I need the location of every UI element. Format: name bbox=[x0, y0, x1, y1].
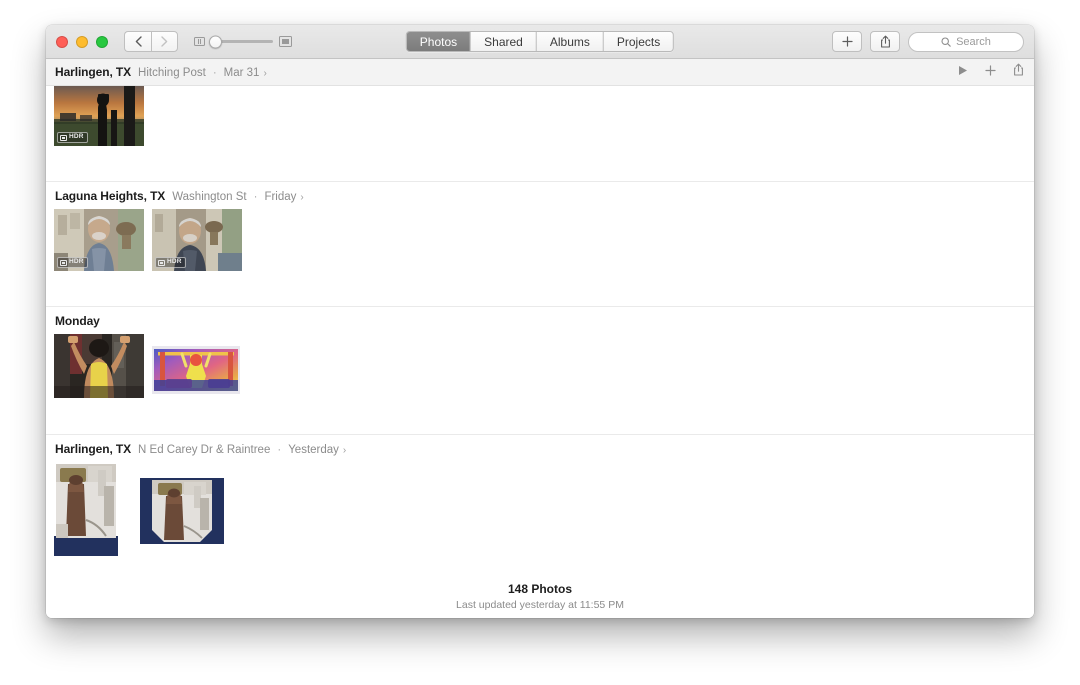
slideshow-play-button[interactable] bbox=[958, 63, 968, 81]
close-button[interactable] bbox=[56, 35, 68, 48]
section-header[interactable]: Harlingen, TX N Ed Carey Dr & Raintree ·… bbox=[46, 435, 1034, 462]
section-date: Mar 31 bbox=[223, 67, 260, 79]
section-add-button[interactable] bbox=[985, 63, 996, 81]
traffic-light-group bbox=[56, 35, 108, 48]
photo-section-harlingen-ed-carey: Harlingen, TX N Ed Carey Dr & Raintree ·… bbox=[46, 434, 1034, 556]
section-date: Yesterday bbox=[288, 443, 339, 456]
minimize-button[interactable] bbox=[76, 35, 88, 48]
zoom-button[interactable] bbox=[96, 35, 108, 48]
photo-section-harlingen-hitching-post: HDR bbox=[46, 86, 1034, 146]
photo-thermal-pullup[interactable] bbox=[152, 346, 240, 394]
photo-thumbnail-image bbox=[140, 478, 224, 544]
window-titlebar: Photos Shared Albums Projects Search bbox=[46, 25, 1034, 59]
section-header-actions bbox=[958, 63, 1024, 81]
chevron-right-icon[interactable]: › bbox=[300, 192, 303, 203]
photo-gym-lifting[interactable] bbox=[54, 334, 144, 398]
photo-thumbnail-image bbox=[152, 346, 240, 394]
view-mode-tabs: Photos Shared Albums Projects bbox=[405, 31, 675, 52]
photo-row bbox=[46, 334, 1034, 398]
section-date: Friday bbox=[264, 190, 297, 203]
section-street: Hitching Post bbox=[138, 67, 206, 79]
hdr-badge: HDR bbox=[57, 257, 88, 268]
section-place: Harlingen, TX bbox=[55, 441, 132, 456]
search-input[interactable]: Search bbox=[908, 31, 1024, 52]
library-footer: 148 Photos Last updated yesterday at 11:… bbox=[46, 556, 1034, 611]
photo-section-laguna-heights: Laguna Heights, TX Washington St · Frida… bbox=[46, 181, 1034, 271]
navigation-segmented-control bbox=[124, 31, 178, 52]
section-header[interactable]: Laguna Heights, TX Washington St · Frida… bbox=[46, 182, 1034, 209]
section-separator: · bbox=[212, 67, 217, 79]
sticky-section-header: Harlingen, TX Hitching Post · Mar 31 › bbox=[46, 59, 1034, 86]
search-icon bbox=[941, 36, 951, 47]
hdr-label: HDR bbox=[69, 258, 84, 266]
section-header-titles[interactable]: Harlingen, TX Hitching Post · Mar 31 › bbox=[54, 65, 267, 79]
section-separator: · bbox=[277, 443, 282, 456]
photo-section-monday: Monday bbox=[46, 306, 1034, 398]
photo-thumbnail-image bbox=[54, 334, 144, 398]
forward-button[interactable] bbox=[151, 31, 178, 52]
share-button[interactable] bbox=[870, 31, 900, 52]
section-share-button[interactable] bbox=[1013, 63, 1024, 81]
section-header-titles[interactable]: Monday bbox=[54, 314, 114, 328]
tab-photos[interactable]: Photos bbox=[406, 32, 472, 51]
hdr-label: HDR bbox=[69, 133, 84, 141]
zoom-slider[interactable] bbox=[209, 35, 273, 48]
section-street: Washington St bbox=[172, 190, 247, 203]
search-placeholder: Search bbox=[956, 35, 991, 48]
play-icon bbox=[959, 66, 967, 75]
photo-row: HDR bbox=[46, 86, 1034, 146]
photo-horse-trailer-2[interactable] bbox=[140, 478, 224, 544]
section-header[interactable]: Monday bbox=[46, 307, 1034, 334]
plus-icon bbox=[841, 36, 853, 47]
tab-projects[interactable]: Projects bbox=[603, 32, 674, 51]
photo-horse-trailer-1[interactable] bbox=[54, 462, 118, 556]
plus-icon bbox=[985, 65, 996, 76]
thumbnail-zoom-control bbox=[194, 35, 292, 48]
section-place: Laguna Heights, TX bbox=[55, 188, 166, 203]
hdr-label: HDR bbox=[167, 258, 182, 266]
section-place: Harlingen, TX bbox=[55, 65, 132, 79]
chevron-right-icon[interactable]: › bbox=[263, 68, 266, 79]
small-thumbnails-icon bbox=[194, 37, 205, 46]
hdr-badge: HDR bbox=[155, 257, 186, 268]
hdr-badge: HDR bbox=[57, 132, 88, 143]
zoom-slider-thumb[interactable] bbox=[209, 35, 222, 48]
toolbar-right-group: Search bbox=[832, 31, 1024, 52]
photo-thumbnail-image bbox=[54, 462, 118, 556]
share-icon bbox=[880, 35, 890, 48]
camera-icon bbox=[60, 134, 67, 141]
section-separator: · bbox=[253, 190, 258, 203]
photo-scroll-area[interactable]: HDR Laguna Heights, TX Washington St · F… bbox=[46, 86, 1034, 618]
photo-row: HDR bbox=[46, 209, 1034, 271]
photo-row bbox=[46, 462, 1034, 556]
photos-content-area: Harlingen, TX Hitching Post · Mar 31 › H… bbox=[46, 59, 1034, 618]
section-place: Monday bbox=[55, 313, 100, 328]
section-header-titles[interactable]: Harlingen, TX N Ed Carey Dr & Raintree ·… bbox=[54, 442, 346, 456]
last-updated-text: Last updated yesterday at 11:55 PM bbox=[456, 599, 624, 611]
photos-app-window: Photos Shared Albums Projects Search Har… bbox=[46, 25, 1034, 618]
section-street: N Ed Carey Dr & Raintree bbox=[138, 443, 271, 456]
camera-icon bbox=[158, 259, 165, 266]
tab-albums[interactable]: Albums bbox=[536, 32, 604, 51]
back-button[interactable] bbox=[124, 31, 151, 52]
section-header-titles[interactable]: Laguna Heights, TX Washington St · Frida… bbox=[54, 189, 304, 203]
photo-elderly-man-1[interactable]: HDR bbox=[54, 209, 144, 271]
camera-icon bbox=[60, 259, 67, 266]
chevron-right-icon[interactable]: › bbox=[343, 445, 346, 456]
photo-elderly-man-2[interactable]: HDR bbox=[152, 209, 242, 271]
photo-count: 148 Photos bbox=[507, 582, 573, 596]
chevron-left-icon bbox=[135, 36, 142, 47]
add-button[interactable] bbox=[832, 31, 862, 52]
photo-sunset-silhouette[interactable]: HDR bbox=[54, 86, 144, 146]
tab-shared[interactable]: Shared bbox=[471, 32, 537, 51]
large-thumbnails-icon bbox=[279, 36, 292, 47]
chevron-right-icon bbox=[161, 36, 168, 47]
share-icon bbox=[1014, 63, 1023, 76]
